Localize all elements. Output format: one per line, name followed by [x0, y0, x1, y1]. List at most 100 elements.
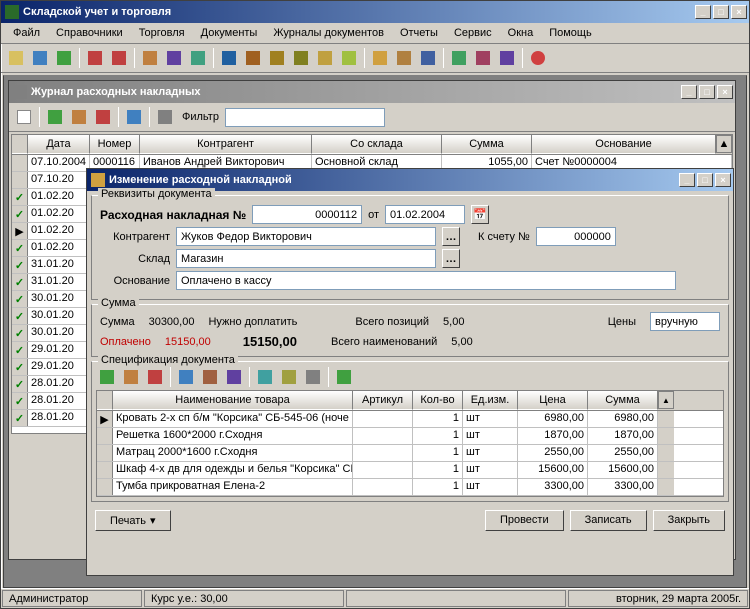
stock-lookup-button[interactable]: …: [442, 249, 460, 268]
chart3-icon: [500, 51, 514, 65]
table-row[interactable]: Решетка 1600*2000 г.Сходня 1 шт 1870,00 …: [97, 428, 723, 445]
row-indicator: ✓: [12, 240, 28, 256]
col-stock[interactable]: Со склада: [312, 135, 442, 154]
close-button[interactable]: ×: [715, 173, 731, 187]
tb-btn-18[interactable]: [448, 47, 470, 69]
basis-input[interactable]: [176, 271, 676, 290]
spec-5[interactable]: [278, 366, 300, 388]
close-button[interactable]: Закрыть: [653, 510, 725, 531]
agent-input[interactable]: [176, 227, 436, 246]
minimize-button[interactable]: _: [681, 85, 697, 99]
tb-btn-20[interactable]: [496, 47, 518, 69]
account-input[interactable]: [536, 227, 616, 246]
prices-input[interactable]: [650, 312, 720, 331]
print-button[interactable]: Печать▾: [95, 510, 171, 531]
save-button[interactable]: Записать: [570, 510, 647, 531]
tb-btn-8[interactable]: [187, 47, 209, 69]
table-row[interactable]: Матрац 2000*1600 г.Сходня 1 шт 2550,00 2…: [97, 445, 723, 462]
tb-btn-13[interactable]: [314, 47, 336, 69]
maximize-button[interactable]: □: [713, 5, 729, 19]
col-agent[interactable]: Контрагент: [140, 135, 312, 154]
minimize-button[interactable]: _: [695, 5, 711, 19]
menu-journals[interactable]: Журналы документов: [265, 25, 392, 41]
table-row[interactable]: ▶ Кровать 2-х сп б/м "Корсика" СБ-545-06…: [97, 411, 723, 428]
spec-6[interactable]: [302, 366, 324, 388]
doc-number-input[interactable]: [252, 205, 362, 224]
menu-trade[interactable]: Торговля: [131, 25, 193, 41]
date-input[interactable]: [385, 205, 465, 224]
scroll-track[interactable]: [658, 411, 674, 427]
menu-service[interactable]: Сервис: [446, 25, 500, 41]
spec-grid[interactable]: Наименование товара Артикул Кол-во Ед.из…: [96, 390, 724, 497]
scroll-track[interactable]: [658, 445, 674, 461]
menu-refs[interactable]: Справочники: [48, 25, 131, 41]
scroll-track[interactable]: [658, 428, 674, 444]
tb-btn-21[interactable]: [527, 47, 549, 69]
refresh-button[interactable]: [123, 106, 145, 128]
scroll-track[interactable]: [658, 479, 674, 495]
tb-btn-6[interactable]: [139, 47, 161, 69]
spec-2[interactable]: [199, 366, 221, 388]
maximize-button[interactable]: □: [699, 85, 715, 99]
spec-col-name[interactable]: Наименование товара: [113, 391, 353, 410]
minimize-button[interactable]: _: [679, 173, 695, 187]
scroll-track[interactable]: [658, 462, 674, 478]
menu-file[interactable]: Файл: [5, 25, 48, 41]
status-user: Администратор: [2, 590, 142, 607]
tb-btn-17[interactable]: [417, 47, 439, 69]
spec-add[interactable]: [96, 366, 118, 388]
tb-btn-19[interactable]: [472, 47, 494, 69]
tb-btn-1[interactable]: [5, 47, 27, 69]
spec-col-price[interactable]: Цена: [518, 391, 588, 410]
cell-unit: шт: [463, 479, 518, 495]
spec-edit[interactable]: [120, 366, 142, 388]
spec-col-sum[interactable]: Сумма: [588, 391, 658, 410]
filter-input[interactable]: [225, 108, 385, 127]
post-button[interactable]: Провести: [485, 510, 564, 531]
tb-btn-5[interactable]: [108, 47, 130, 69]
tb-btn-15[interactable]: [369, 47, 391, 69]
tb-btn-2[interactable]: [29, 47, 51, 69]
menu-docs[interactable]: Документы: [193, 25, 266, 41]
date-picker-button[interactable]: 📅: [471, 205, 489, 224]
col-sum[interactable]: Сумма: [442, 135, 532, 154]
spec-1[interactable]: [175, 366, 197, 388]
spec-col-qty[interactable]: Кол-во: [413, 391, 463, 410]
tb-btn-16[interactable]: [393, 47, 415, 69]
col-date[interactable]: Дата: [28, 135, 90, 154]
tb-btn-9[interactable]: [218, 47, 240, 69]
spec-col-unit[interactable]: Ед.изм.: [463, 391, 518, 410]
copy-button[interactable]: [68, 106, 90, 128]
scroll-up[interactable]: ▲: [716, 135, 732, 153]
delete-button[interactable]: [92, 106, 114, 128]
maximize-button[interactable]: □: [697, 173, 713, 187]
spec-7[interactable]: [333, 366, 355, 388]
agent-lookup-button[interactable]: …: [442, 227, 460, 246]
close-button[interactable]: ×: [717, 85, 733, 99]
stock-input[interactable]: [176, 249, 436, 268]
spec-4[interactable]: [254, 366, 276, 388]
menu-help[interactable]: Помощь: [541, 25, 600, 41]
new-button[interactable]: [13, 106, 35, 128]
tb-btn-4[interactable]: [84, 47, 106, 69]
spec-3[interactable]: [223, 366, 245, 388]
tb-btn-3[interactable]: [53, 47, 75, 69]
menu-windows[interactable]: Окна: [500, 25, 542, 41]
tb-btn-7[interactable]: [163, 47, 185, 69]
row-indicator: ✓: [12, 325, 28, 341]
spec-col-art[interactable]: Артикул: [353, 391, 413, 410]
spec-del[interactable]: [144, 366, 166, 388]
edit-button[interactable]: [44, 106, 66, 128]
table-row[interactable]: Шкаф 4-х дв для одежды и белья "Корсика"…: [97, 462, 723, 479]
tb-btn-11[interactable]: [266, 47, 288, 69]
table-row[interactable]: Тумба прикроватная Елена-2 1 шт 3300,00 …: [97, 479, 723, 496]
close-button[interactable]: ×: [731, 5, 747, 19]
tb-btn-12[interactable]: [290, 47, 312, 69]
tb-btn-14[interactable]: [338, 47, 360, 69]
col-num[interactable]: Номер: [90, 135, 140, 154]
filter-button[interactable]: [154, 106, 176, 128]
menu-reports[interactable]: Отчеты: [392, 25, 446, 41]
tb-btn-10[interactable]: [242, 47, 264, 69]
scroll-up[interactable]: ▲: [658, 391, 674, 409]
col-basis[interactable]: Основание: [532, 135, 716, 154]
